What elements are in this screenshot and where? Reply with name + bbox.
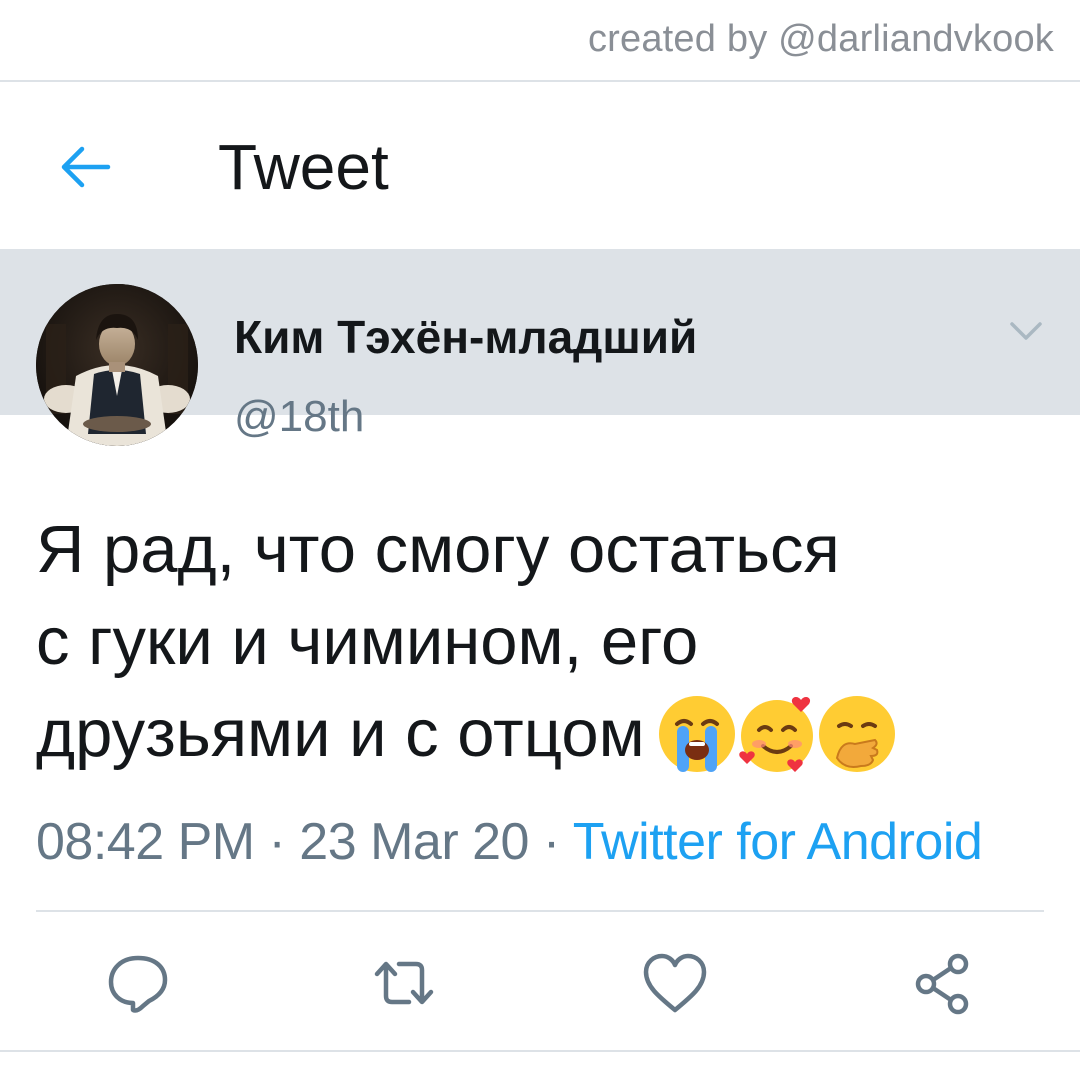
emoji-group	[655, 684, 895, 776]
avatar[interactable]	[36, 284, 198, 446]
share-icon	[915, 953, 969, 1015]
smiling-face-with-hearts-icon	[738, 697, 813, 773]
watermark: created by @darliandvkook	[587, 18, 1054, 60]
page-title: Tweet	[218, 131, 389, 203]
tweet-text: Я рад, что смогу остаться с гуки и чимин…	[36, 504, 1036, 784]
retweet-button[interactable]	[369, 950, 439, 1016]
tweet-date: 23 Mar 20	[299, 813, 529, 871]
tweet-source-link[interactable]: Twitter for Android	[573, 813, 983, 871]
divider	[0, 1050, 1080, 1052]
reply-icon	[108, 955, 168, 1013]
actions-bar	[0, 912, 1080, 1048]
author-display-name[interactable]: Ким Тэхён-младший	[234, 310, 697, 364]
retweet-icon	[374, 961, 434, 1005]
like-button[interactable]	[640, 950, 710, 1016]
like-icon	[643, 953, 707, 1013]
tweet-line: с гуки и чимином, его	[36, 604, 699, 679]
face-with-hand-over-mouth-icon	[818, 696, 895, 773]
tweet-line: друзьями и с отцом	[36, 688, 1036, 784]
tweet-time: 08:42 PM	[36, 813, 255, 871]
arrow-left-icon	[61, 146, 111, 188]
tweet-meta: 08:42 PM · 23 Mar 20 · Twitter for Andro…	[36, 812, 983, 872]
loudly-crying-face-icon	[658, 696, 735, 773]
share-button[interactable]	[910, 950, 980, 1016]
app-header: Tweet	[0, 82, 1080, 248]
chevron-down-icon	[1010, 322, 1042, 340]
author-handle[interactable]: @18th	[234, 392, 364, 442]
tweet-line: Я рад, что смогу остаться	[36, 512, 840, 587]
profile-photo	[36, 284, 198, 446]
tweet-line-text: друзьями и с отцом	[36, 696, 645, 771]
meta-separator: ·	[254, 813, 300, 871]
more-options-button[interactable]	[1006, 312, 1046, 348]
meta-separator: ·	[528, 813, 573, 871]
reply-button[interactable]	[103, 950, 173, 1016]
back-button[interactable]	[50, 132, 120, 202]
